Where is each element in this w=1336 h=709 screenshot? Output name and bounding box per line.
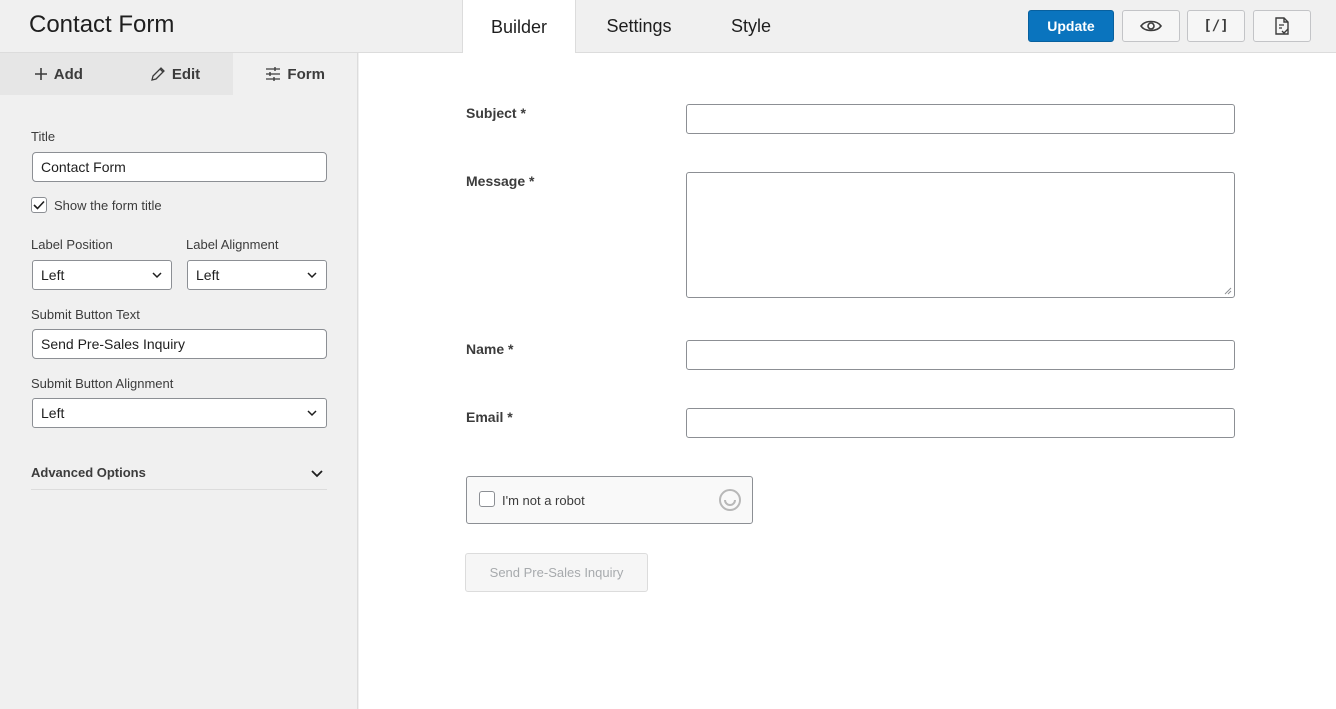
recaptcha-label: I'm not a robot bbox=[502, 493, 585, 508]
sidebar: Add Edit Form Title Contact Form Show th… bbox=[0, 53, 358, 709]
message-textarea[interactable] bbox=[686, 172, 1235, 298]
recaptcha-logo-icon bbox=[719, 489, 741, 511]
label-alignment-label: Label Alignment bbox=[186, 237, 279, 252]
divider bbox=[31, 489, 327, 490]
document-check-icon bbox=[1275, 17, 1289, 35]
export-button[interactable] bbox=[1253, 10, 1311, 42]
subject-input[interactable] bbox=[686, 104, 1235, 134]
title-input[interactable]: Contact Form bbox=[32, 152, 327, 182]
tab-builder[interactable]: Builder bbox=[462, 0, 576, 54]
advanced-options-toggle[interactable]: Advanced Options bbox=[31, 465, 146, 480]
submit-text-label: Submit Button Text bbox=[31, 307, 140, 322]
sidebar-tab-label: Form bbox=[287, 65, 325, 83]
label-position-label: Label Position bbox=[31, 237, 113, 252]
chevron-down-icon bbox=[307, 272, 317, 279]
submit-alignment-select[interactable]: Left bbox=[32, 398, 327, 428]
name-label: Name * bbox=[466, 341, 514, 357]
show-title-checkbox[interactable] bbox=[31, 197, 47, 213]
title-label: Title bbox=[31, 129, 56, 144]
pencil-icon bbox=[150, 67, 165, 81]
resize-handle-icon[interactable] bbox=[1224, 287, 1232, 295]
chevron-down-icon[interactable] bbox=[310, 467, 324, 479]
sidebar-tab-form[interactable]: Form bbox=[233, 53, 357, 95]
email-label: Email * bbox=[466, 409, 513, 425]
select-value: Left bbox=[41, 267, 65, 283]
name-input[interactable] bbox=[686, 340, 1235, 370]
sliders-icon bbox=[266, 67, 281, 81]
update-button[interactable]: Update bbox=[1028, 10, 1114, 42]
chevron-down-icon bbox=[152, 272, 162, 279]
preview-button[interactable] bbox=[1122, 10, 1180, 42]
main-tabs: Builder Settings Style bbox=[462, 0, 800, 54]
tab-settings[interactable]: Settings bbox=[576, 0, 702, 53]
select-value: Left bbox=[196, 267, 220, 283]
recaptcha-widget: I'm not a robot bbox=[466, 476, 753, 524]
chevron-down-icon bbox=[307, 410, 317, 417]
top-bar: Contact Form Builder Settings Style Upda… bbox=[0, 0, 1336, 54]
submit-text-input[interactable]: Send Pre-Sales Inquiry bbox=[32, 329, 327, 359]
sidebar-tab-edit[interactable]: Edit bbox=[117, 53, 234, 95]
email-input[interactable] bbox=[686, 408, 1235, 438]
message-label: Message * bbox=[466, 173, 535, 189]
form-preview: Subject * Message * Name * Email * I'm n… bbox=[359, 53, 1336, 709]
sidebar-tabs: Add Edit Form bbox=[0, 53, 357, 95]
recaptcha-checkbox[interactable] bbox=[479, 491, 495, 507]
app-title: Contact Form bbox=[29, 11, 175, 38]
shortcode-button[interactable]: [/] bbox=[1187, 10, 1245, 42]
submit-button[interactable]: Send Pre-Sales Inquiry bbox=[465, 553, 648, 592]
sidebar-tab-add[interactable]: Add bbox=[0, 53, 117, 95]
show-title-label: Show the form title bbox=[54, 198, 162, 213]
plus-icon bbox=[34, 68, 47, 80]
eye-icon bbox=[1140, 20, 1162, 32]
checkmark-icon bbox=[33, 200, 45, 210]
sidebar-tab-label: Edit bbox=[171, 65, 201, 83]
label-position-select[interactable]: Left bbox=[32, 260, 172, 290]
subject-label: Subject * bbox=[466, 105, 526, 121]
submit-alignment-label: Submit Button Alignment bbox=[31, 376, 174, 391]
select-value: Left bbox=[41, 405, 65, 421]
sidebar-tab-label: Add bbox=[53, 65, 83, 83]
label-alignment-select[interactable]: Left bbox=[187, 260, 327, 290]
tab-style[interactable]: Style bbox=[702, 0, 800, 53]
